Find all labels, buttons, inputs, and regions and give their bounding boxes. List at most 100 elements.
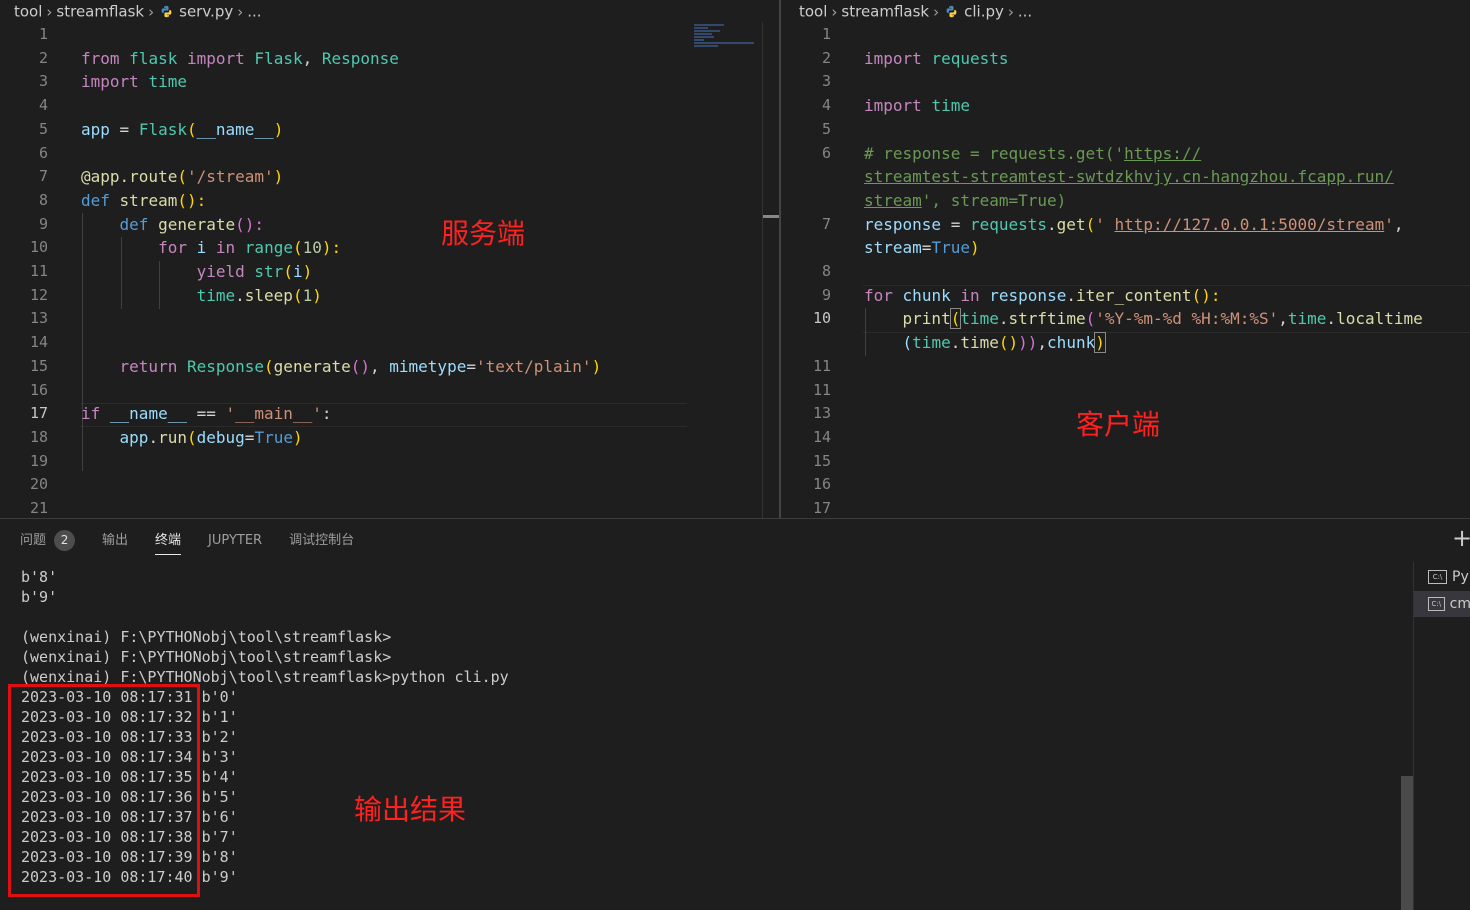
line-number: 8 — [38, 190, 48, 209]
tab-label: 问题 — [20, 533, 47, 548]
line-number: 12 — [29, 285, 48, 304]
terminal-line: (wenxinai) F:\PYTHONobj\tool\streamflask… — [21, 628, 392, 646]
tab-label: 终端 — [155, 533, 182, 548]
terminal-instance-cmd[interactable]: C:\ cm — [1414, 591, 1470, 617]
line-number: 4 — [821, 96, 831, 115]
line-number: 3 — [821, 72, 831, 91]
server-annotation: 服务端 — [441, 217, 526, 250]
terminal-icon: C:\ — [1428, 597, 1445, 611]
editor-serv-py[interactable]: tool › streamflask › serv.py ›... 1 2 3 4 5 6… — [0, 0, 779, 518]
line-number: 20 — [29, 475, 48, 494]
code-line: def generate(): — [119, 214, 265, 234]
code-line: response = requests.get(' http://127.0.0… — [864, 214, 1404, 234]
line-number: 1 — [38, 25, 48, 43]
line-number: 16 — [812, 475, 831, 494]
line-number: 11 — [29, 262, 48, 280]
line-number-active: 10 — [812, 309, 831, 328]
code-line: stream=True) — [864, 238, 980, 258]
code-line: import requests — [864, 48, 1009, 68]
line-number: 14 — [812, 427, 831, 446]
python-file-icon — [161, 5, 172, 18]
code-line: # response = requests.get('https:// — [864, 143, 1202, 163]
line-number: 5 — [821, 119, 831, 138]
line-number: 11 — [812, 356, 831, 375]
tab-output[interactable]: 输出 — [102, 519, 128, 563]
code-line: import time — [81, 72, 187, 92]
chevron-right-icon: › — [148, 2, 155, 21]
code-area[interactable]: import requests import time # response =… — [864, 23, 1423, 354]
breadcrumb-ellipsis[interactable]: ... — [247, 3, 261, 21]
line-number: 3 — [38, 72, 48, 91]
code-line: for i in range(10): — [158, 238, 342, 258]
terminal-instance-python[interactable]: C:\ Py — [1414, 564, 1470, 590]
line-number: 1 — [821, 25, 831, 43]
line-number: 15 — [29, 356, 48, 375]
code-line: def stream(): — [81, 190, 207, 210]
line-number: 15 — [812, 451, 831, 470]
line-number: 9 — [821, 285, 831, 304]
output-highlight-box — [8, 684, 200, 897]
chevron-right-icon: › — [46, 2, 53, 21]
line-number: 18 — [29, 427, 48, 446]
code-line: return Response(generate(), mimetype='te… — [119, 356, 602, 376]
terminal-icon: C:\ — [1428, 570, 1447, 584]
line-number: 4 — [38, 96, 48, 115]
editor-scrollbar[interactable] — [762, 22, 779, 518]
client-annotation: 客户端 — [1076, 408, 1161, 441]
code-line: (time.time())),chunk) — [902, 332, 1106, 354]
tab-debug-console[interactable]: 调试控制台 — [289, 519, 354, 563]
line-number: 13 — [29, 309, 48, 328]
tab-label: 调试控制台 — [289, 533, 355, 548]
line-number: 2 — [821, 48, 831, 67]
terminal-list: C:\ Py C:\ cm — [1413, 562, 1470, 910]
code-line: time.sleep(1) — [196, 285, 322, 305]
line-number: 16 — [29, 380, 48, 399]
tab-label: JUPYTER — [208, 533, 263, 548]
code-line: app.run(debug=True) — [119, 427, 303, 447]
terminal-line: (wenxinai) F:\PYTHONobj\tool\streamflask… — [21, 648, 392, 666]
line-number: 9 — [38, 214, 48, 233]
breadcrumb-folder-streamflask[interactable]: streamflask — [841, 3, 929, 21]
line-number: 13 — [812, 404, 831, 423]
code-area[interactable]: from flask import Flask, Response import… — [81, 23, 601, 447]
tab-problems[interactable]: 问题 2 — [20, 519, 76, 563]
line-number: 14 — [29, 333, 48, 352]
breadcrumb-folder-tool[interactable]: tool — [14, 3, 42, 21]
terminal-instance-label: Py — [1452, 569, 1469, 585]
problems-count-badge: 2 — [54, 530, 76, 551]
minimap[interactable] — [694, 24, 764, 64]
output-annotation: 输出结果 — [354, 793, 467, 826]
terminal-line: b'8' — [21, 568, 58, 586]
breadcrumb-folder-tool[interactable]: tool — [799, 3, 827, 21]
code-line: streamtest-streamtest-swtdzkhvjy.cn-hang… — [864, 167, 1394, 187]
python-file-icon — [946, 5, 957, 18]
line-number-active: 17 — [29, 404, 48, 423]
code-line: stream', stream=True) — [864, 190, 1067, 210]
plus-icon[interactable]: + — [1452, 526, 1470, 550]
code-line: yield str(i) — [196, 262, 313, 281]
tab-jupyter[interactable]: JUPYTER — [208, 519, 262, 563]
breadcrumb-file[interactable]: cli.py — [964, 3, 1004, 21]
line-number: 19 — [29, 451, 48, 470]
scrollbar-thumb[interactable] — [763, 215, 779, 218]
breadcrumb: tool › streamflask › serv.py ›... — [14, 0, 262, 22]
line-number: 6 — [38, 143, 48, 162]
tab-terminal[interactable]: 终端 — [155, 519, 182, 563]
editor-cli-py[interactable]: tool › streamflask › cli.py ›... 1 2 3 4 5 6 … — [781, 0, 1470, 518]
line-number: 17 — [812, 499, 831, 517]
panel-tabs: 问题 2 输出 终端 JUPYTER 调试控制台 — [20, 519, 381, 563]
line-number: 8 — [821, 262, 831, 280]
line-number: 21 — [29, 499, 48, 517]
breadcrumb-file[interactable]: serv.py — [179, 3, 233, 21]
breadcrumb-folder-streamflask[interactable]: streamflask — [56, 3, 144, 21]
line-number: 6 — [821, 143, 831, 162]
tab-label: 输出 — [102, 533, 129, 548]
code-line: import time — [864, 96, 970, 116]
line-number: 7 — [38, 167, 48, 186]
line-number: 5 — [38, 119, 48, 138]
code-line: if __name__ == '__main__': — [81, 404, 332, 424]
line-number: 7 — [821, 214, 831, 233]
chevron-right-icon: › — [1007, 2, 1014, 21]
breadcrumb-ellipsis[interactable]: ... — [1018, 3, 1032, 21]
terminal-scrollbar[interactable] — [1401, 776, 1413, 910]
